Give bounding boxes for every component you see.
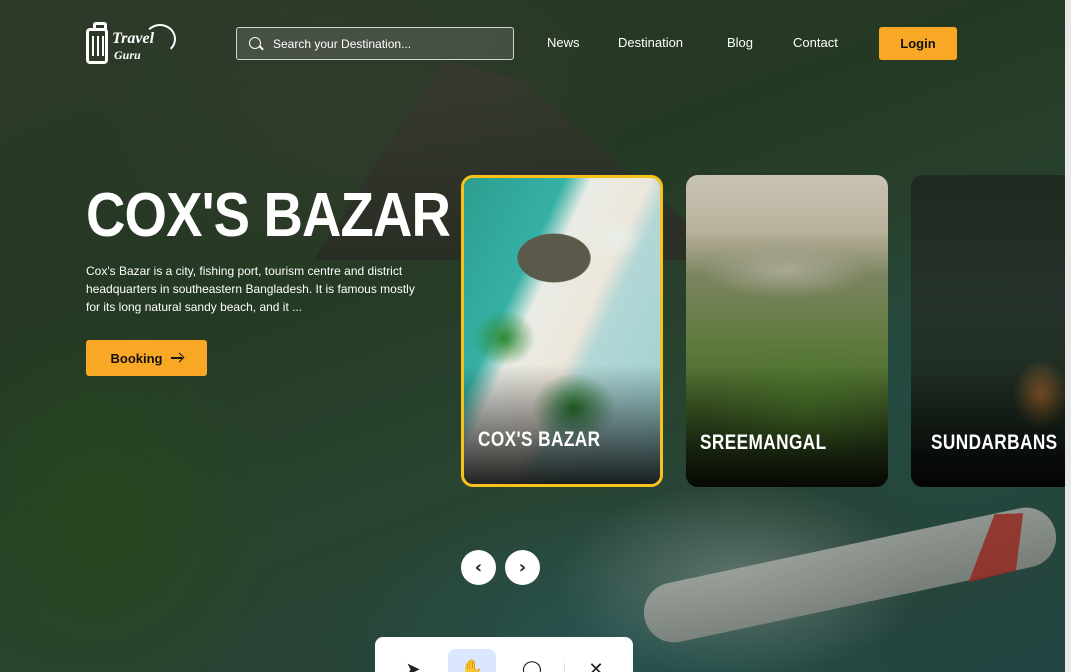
nav-destination[interactable]: Destination [618,35,683,50]
booking-label: Booking [110,350,163,366]
card-shade [686,367,888,487]
destination-card-sreemangal[interactable]: SREEMANGAL [686,175,888,487]
hero-description: Cox's Bazar is a city, fishing port, tou… [86,264,415,314]
close-icon[interactable]: ✕ [572,649,620,672]
pointer-icon[interactable]: ➤ [389,649,437,672]
card-shade [464,364,660,484]
carousel-next-button[interactable]: › [505,550,540,585]
card-label: SUNDARBANS [931,431,1058,454]
scrollbar[interactable] [1065,0,1071,672]
carousel-prev-button[interactable]: ‹ [461,550,496,585]
search-input[interactable] [273,36,493,51]
logo[interactable]: Travel Guru [86,22,178,68]
destination-card-sundarbans[interactable]: SUNDARBANS [911,175,1071,487]
page: Travel Guru News Destination Blog Contac… [0,0,1071,672]
card-label: COX'S BAZAR [478,428,601,451]
logo-text-travel: Travel [112,30,155,47]
arrow-right-icon [170,353,183,363]
bottom-toolbar: ➤ ✋ ◯ ✕ [375,637,633,672]
destination-card-coxs-bazar[interactable]: COX'S BAZAR [461,175,663,487]
comment-icon[interactable]: ◯ [508,649,556,672]
luggage-icon [86,22,108,64]
nav-contact[interactable]: Contact [793,35,838,50]
search-icon [249,36,263,51]
nav-news[interactable]: News [547,35,580,50]
hand-icon[interactable]: ✋ [448,649,496,672]
booking-button[interactable]: Booking [86,340,207,376]
search-box[interactable] [236,27,514,60]
login-button[interactable]: Login [879,27,957,60]
card-label: SREEMANGAL [700,431,827,454]
card-shade [911,367,1071,487]
logo-text-guru: Guru [114,48,141,62]
hero-title: COX'S BAZAR [86,181,451,250]
toolbar-divider [564,663,565,672]
nav-blog[interactable]: Blog [727,35,753,50]
